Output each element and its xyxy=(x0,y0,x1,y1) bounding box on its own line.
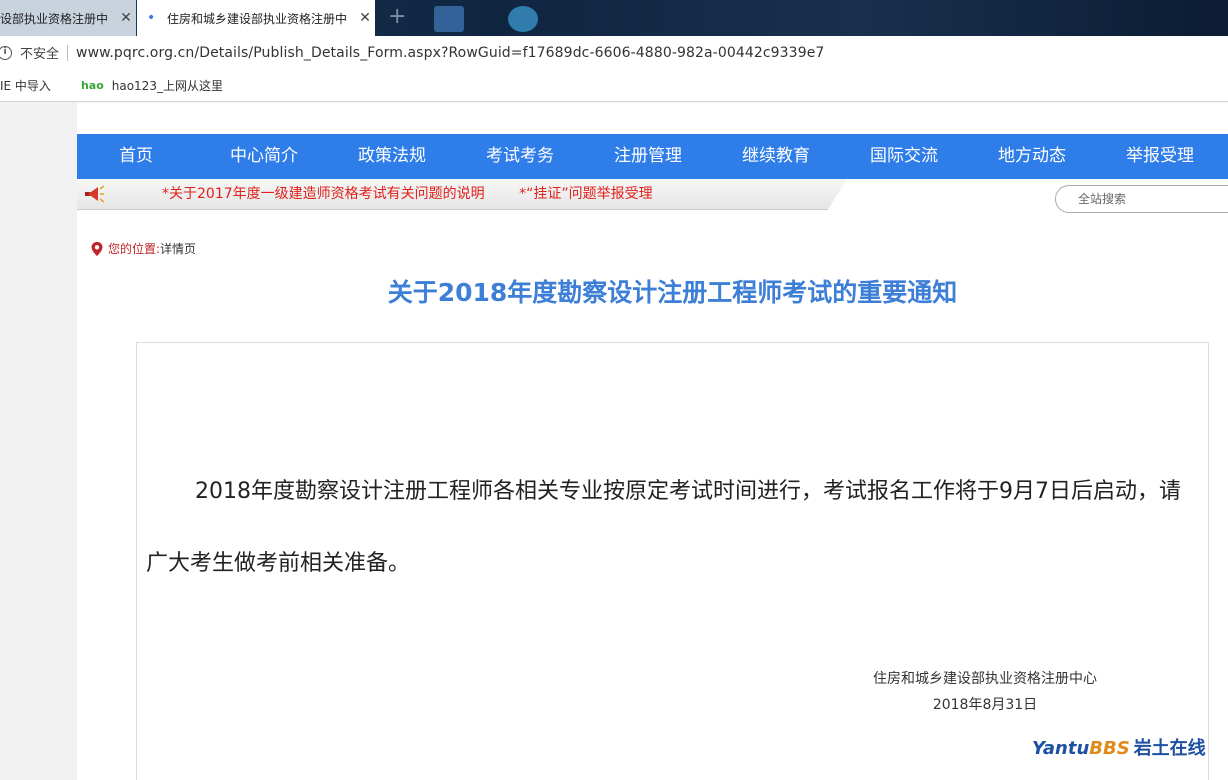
hao123-icon: hao xyxy=(80,78,104,92)
site-search-input[interactable]: 全站搜索 xyxy=(1055,185,1228,213)
new-tab-button[interactable]: + xyxy=(388,6,406,28)
article-body-text: 2018年度勘察设计注册工程师各相关专业按原定考试时间进行，考试报名工作将于9月… xyxy=(146,479,1181,576)
signature-date: 2018年8月31日 xyxy=(932,697,1038,713)
nav-item-policy[interactable]: 政策法规 xyxy=(337,134,447,179)
close-tab-icon[interactable]: ✕ xyxy=(355,10,375,26)
close-tab-icon[interactable]: ✕ xyxy=(116,10,136,26)
article-content: 2018年度勘察设计注册工程师各相关专业按原定考试时间进行，考试报名工作将于9月… xyxy=(136,342,1209,780)
ticker-link[interactable]: *“挂证”问题举报受理 xyxy=(519,186,653,202)
nav-item-registration[interactable]: 注册管理 xyxy=(593,134,703,179)
bookmark-label: hao123_上网从这里 xyxy=(111,78,223,93)
tab-title: 住房和城乡建设部执业资格注册中 xyxy=(167,11,348,26)
breadcrumb-label: 您的位置: xyxy=(108,242,161,256)
address-bar[interactable]: i 不安全 www.pqrc.org.cn/Details/Publish_De… xyxy=(0,36,1228,69)
breadcrumb: 您的位置: 详情页 xyxy=(91,240,196,257)
info-icon[interactable]: i xyxy=(0,45,12,60)
nav-item-exams[interactable]: 考试考务 xyxy=(465,134,575,179)
browser-tab-bar: 设部执业资格注册中 ✕ • 住房和城乡建设部执业资格注册中 ✕ + xyxy=(0,0,1228,36)
news-ticker: *关于2017年度一级建造师资格考试有关问题的说明 *“挂证”问题举报受理 xyxy=(77,179,847,210)
main-nav: 首页 中心简介 政策法规 考试考务 注册管理 继续教育 国际交流 地方动态 举报… xyxy=(77,134,1228,179)
nav-item-education[interactable]: 继续教育 xyxy=(721,134,831,179)
divider xyxy=(67,44,69,61)
watermark-logo: YantuBBS 岩土在线 xyxy=(1032,738,1206,759)
ticker-link[interactable]: *关于2017年度一级建造师资格考试有关问题的说明 xyxy=(162,186,485,202)
page-body: 首页 中心简介 政策法规 考试考务 注册管理 继续教育 国际交流 地方动态 举报… xyxy=(77,103,1228,780)
nav-item-home[interactable]: 首页 xyxy=(81,134,191,179)
url-text[interactable]: www.pqrc.org.cn/Details/Publish_Details_… xyxy=(76,45,824,61)
bookmark-hao123[interactable]: hao hao123_上网从这里 xyxy=(81,77,223,94)
loading-icon: • xyxy=(147,10,156,26)
megaphone-icon xyxy=(85,185,105,203)
browser-tab-active[interactable]: • 住房和城乡建设部执业资格注册中 ✕ xyxy=(137,0,375,36)
nav-item-local[interactable]: 地方动态 xyxy=(977,134,1087,179)
ticker-text: *关于2017年度一级建造师资格考试有关问题的说明 *“挂证”问题举报受理 xyxy=(162,179,712,210)
bookmark-ie-import[interactable]: IE 中导入 xyxy=(0,77,51,94)
bookmark-label: IE 中导入 xyxy=(0,78,51,93)
bookmarks-bar: IE 中导入 hao hao123_上网从这里 xyxy=(0,69,1228,102)
security-label[interactable]: 不安全 xyxy=(20,43,59,62)
article-paragraph: 2018年度勘察设计注册工程师各相关专业按原定考试时间进行，考试报名工作将于9月… xyxy=(146,456,1186,600)
tab-title: 设部执业资格注册中 xyxy=(0,11,109,26)
browser-tab-inactive[interactable]: 设部执业资格注册中 ✕ xyxy=(0,0,136,36)
nav-item-report[interactable]: 举报受理 xyxy=(1105,134,1215,179)
desktop-icon xyxy=(508,6,538,32)
signature-org: 住房和城乡建设部执业资格注册中心 xyxy=(873,671,1097,687)
article-signature: 住房和城乡建设部执业资格注册中心 2018年8月31日 xyxy=(855,666,1115,718)
nav-item-about[interactable]: 中心简介 xyxy=(209,134,319,179)
nav-item-international[interactable]: 国际交流 xyxy=(849,134,959,179)
breadcrumb-current: 详情页 xyxy=(160,242,197,256)
article-title: 关于2018年度勘察设计注册工程师考试的重要通知 xyxy=(387,278,958,307)
location-pin-icon xyxy=(91,241,103,256)
desktop-icon xyxy=(434,6,464,32)
